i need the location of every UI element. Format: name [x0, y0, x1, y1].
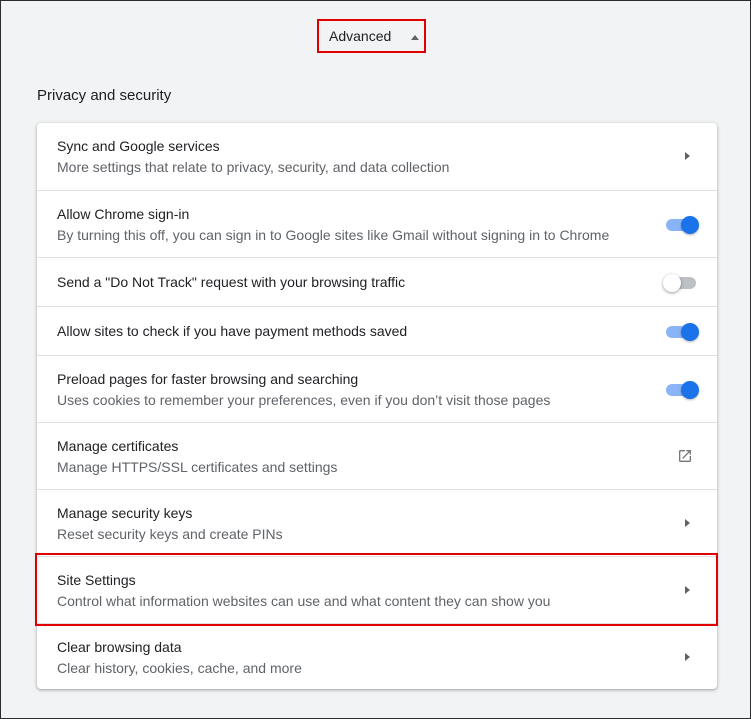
toggle-knob: [663, 274, 681, 292]
row-title: Allow sites to check if you have payment…: [57, 323, 408, 339]
toggle-knob: [681, 381, 699, 399]
row-site-settings[interactable]: Site Settings Control what information w…: [37, 556, 717, 623]
advanced-label: Advanced: [329, 28, 392, 44]
chevron-right-icon[interactable]: [685, 152, 690, 160]
row-sync-google-services[interactable]: Sync and Google services More settings t…: [37, 123, 717, 190]
row-subtitle: More settings that relate to privacy, se…: [57, 159, 450, 175]
row-title: Sync and Google services: [57, 138, 220, 154]
open-in-new-icon[interactable]: [677, 448, 693, 464]
row-subtitle: Manage HTTPS/SSL certificates and settin…: [57, 459, 338, 475]
row-payment-methods: Allow sites to check if you have payment…: [37, 306, 717, 355]
row-subtitle: Clear history, cookies, cache, and more: [57, 660, 302, 676]
allow-chrome-signin-toggle[interactable]: [664, 216, 699, 234]
toggle-knob: [681, 323, 699, 341]
row-subtitle: Control what information websites can us…: [57, 593, 551, 609]
arrow-up-icon: [411, 35, 419, 40]
row-title: Manage certificates: [57, 438, 179, 454]
toggle-knob: [681, 216, 699, 234]
payment-methods-toggle[interactable]: [664, 323, 699, 341]
chevron-right-icon[interactable]: [685, 653, 690, 661]
row-title: Clear browsing data: [57, 639, 182, 655]
do-not-track-toggle[interactable]: [663, 274, 698, 292]
row-preload-pages: Preload pages for faster browsing and se…: [37, 355, 717, 422]
advanced-button[interactable]: Advanced: [317, 19, 426, 53]
row-title: Site Settings: [57, 572, 136, 588]
privacy-security-card: Sync and Google services More settings t…: [37, 123, 717, 689]
row-subtitle: By turning this off, you can sign in to …: [57, 227, 610, 243]
chevron-right-icon[interactable]: [685, 586, 690, 594]
row-clear-browsing-data[interactable]: Clear browsing data Clear history, cooki…: [37, 623, 717, 689]
chevron-right-icon[interactable]: [685, 519, 690, 527]
preload-pages-toggle[interactable]: [664, 381, 699, 399]
row-manage-certificates[interactable]: Manage certificates Manage HTTPS/SSL cer…: [37, 422, 717, 489]
row-manage-security-keys[interactable]: Manage security keys Reset security keys…: [37, 489, 717, 556]
row-subtitle: Reset security keys and create PINs: [57, 526, 283, 542]
row-subtitle: Uses cookies to remember your preference…: [57, 392, 551, 408]
row-title: Send a "Do Not Track" request with your …: [57, 274, 406, 290]
row-title: Preload pages for faster browsing and se…: [57, 371, 359, 387]
row-title: Manage security keys: [57, 505, 193, 521]
row-title: Allow Chrome sign-in: [57, 206, 190, 222]
row-allow-chrome-signin: Allow Chrome sign-in By turning this off…: [37, 190, 717, 257]
row-do-not-track: Send a "Do Not Track" request with your …: [37, 257, 717, 306]
section-title: Privacy and security: [37, 87, 172, 104]
